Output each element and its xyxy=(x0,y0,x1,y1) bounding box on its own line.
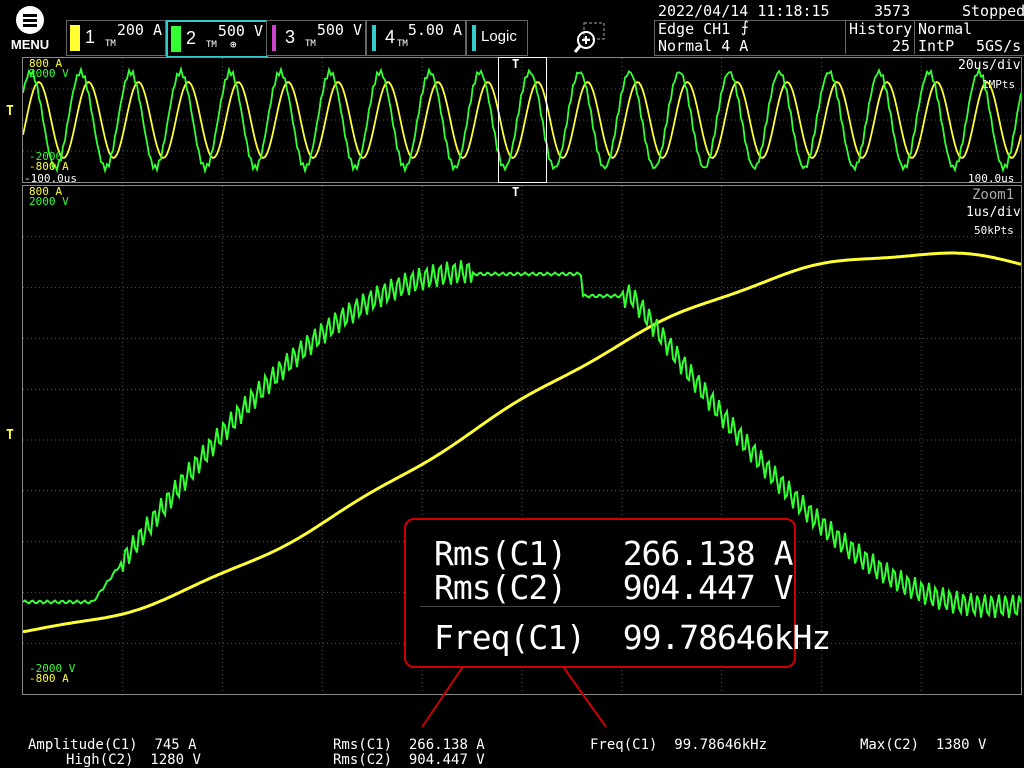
meas-freq-c1[interactable]: Freq(C1) 99.78646kHz xyxy=(590,737,767,753)
meas-amplitude-c1[interactable]: Amplitude(C1) 745 A xyxy=(28,737,197,753)
meas-rms-c1[interactable]: Rms(C1) 266.138 A xyxy=(333,737,485,753)
meas-max-c2[interactable]: Max(C2) 1380 V xyxy=(860,737,986,753)
meas-high-c2[interactable]: High(C2) 1280 V xyxy=(66,752,201,768)
callout-pointer-lines xyxy=(421,667,607,728)
meas-rms-c2[interactable]: Rms(C2) 904.447 V xyxy=(333,752,485,768)
